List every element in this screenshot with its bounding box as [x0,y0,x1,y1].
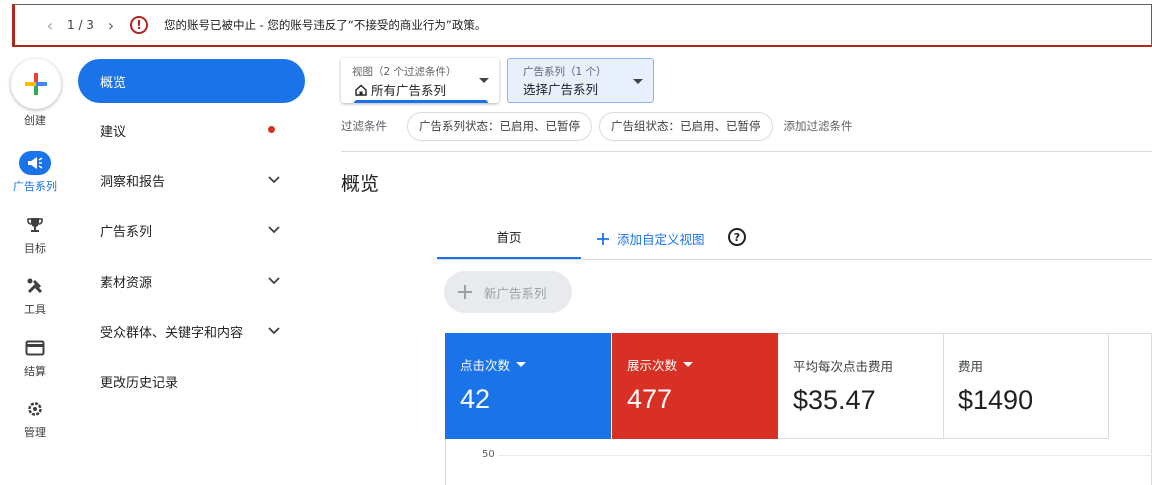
divider [437,259,1152,260]
campaign-selector[interactable]: 广告系列（1 个） 选择广告系列 [507,58,654,103]
nav-item-label: 建议 [100,124,127,140]
metric-label: 费用 [958,359,984,374]
dropdown-arrow-icon [479,78,489,83]
chart-gridline [498,455,1152,456]
new-campaign-label: 新广告系列 [484,285,547,301]
nav-panel: 概览 建议 洞察和报告 广告系列 素材资源 受众群体、关键字和内容 更改历史记录 [70,48,320,485]
rail-item-campaigns[interactable]: 广告系列 [0,151,70,194]
plus-icon [597,232,609,245]
gear-icon [19,397,51,421]
rail-item-label: 目标 [24,242,46,255]
metric-card-clicks[interactable]: 点击次数 42 [445,333,611,439]
chevron-down-icon [268,176,280,184]
view-selector[interactable]: 视图（2 个过滤条件） 所有广告系列 [341,58,499,103]
nav-item-label: 概览 [100,75,127,91]
metric-label: 展示次数 [627,358,678,373]
plus-icon [458,285,472,299]
nav-item-overview[interactable]: 概览 [78,59,305,103]
create-label: 创建 [24,114,46,127]
campaign-selector-caption: 广告系列（1 个） [523,66,607,78]
view-selector-caption: 视图（2 个过滤条件） [352,66,457,78]
rail-item-tools[interactable]: 工具 [0,274,70,317]
metric-value: 42 [460,384,491,414]
metric-card-cost[interactable]: 费用 $1490 [943,334,1109,439]
chart-y-tick: 50 [482,449,495,460]
home-icon [355,84,367,96]
metric-value: $1490 [958,385,1034,415]
view-selector-value: 所有广告系列 [371,83,447,98]
nav-item-label: 洞察和报告 [100,174,166,190]
metric-card-impressions[interactable]: 展示次数 477 [612,333,778,439]
rail-item-label: 工具 [24,303,46,316]
nav-item-label: 广告系列 [100,224,153,240]
active-underline [354,100,488,103]
rail-item-billing[interactable]: 结算 [0,336,70,379]
divider [341,151,1152,152]
filter-label: 过滤条件 [341,119,387,133]
tools-icon [19,274,51,298]
add-filter-link[interactable]: 添加过滤条件 [784,118,853,134]
nav-item-recommendations[interactable]: 建议 [78,108,305,152]
metric-label-row: 展示次数 [627,355,778,374]
create-button[interactable] [11,59,61,109]
add-custom-view-label: 添加自定义视图 [617,232,705,247]
metric-label: 点击次数 [460,358,511,373]
account-suspension-banner: ‹ 1 / 3 › ! 您的账号已被中止 - 您的账号违反了“不接受的商业行为”… [12,4,1152,47]
chevron-down-icon [268,327,280,335]
nav-item-label: 素材资源 [100,275,153,291]
credit-card-icon [19,336,51,360]
campaign-megaphone-icon [19,151,51,175]
tab-home[interactable]: 首页 [437,221,581,259]
icon-rail: 创建 广告系列 目标 工具 结算 管理 [0,48,70,485]
nav-item-label: 受众群体、关键字和内容 [100,325,244,341]
help-icon[interactable]: ? [728,228,746,246]
dropdown-arrow-icon [633,79,643,84]
scorecards: 点击次数 42 展示次数 477 平均每次点击费用 $35.47 费用 $149… [445,333,1152,485]
metric-label-row: 点击次数 [460,355,611,374]
campaign-selector-value: 选择广告系列 [523,82,599,97]
metric-card-avg-cpc[interactable]: 平均每次点击费用 $35.47 [778,334,944,439]
filter-chip-adgroup-status[interactable]: 广告组状态：已启用、已暂停 [599,111,773,141]
page-title: 概览 [341,173,380,195]
nav-item-change-history[interactable]: 更改历史记录 [78,359,305,403]
rail-item-label: 结算 [24,365,46,378]
dropdown-arrow-icon [516,362,527,367]
alert-icon: ! [129,16,148,34]
add-custom-view-button[interactable]: 添加自定义视图 [597,229,705,248]
rail-item-goals[interactable]: 目标 [0,213,70,256]
trophy-icon [19,213,51,237]
filter-row: 过滤条件 广告系列状态：已启用、已暂停 广告组状态：已启用、已暂停 添加过滤条件 [341,111,1152,141]
filter-chip-campaign-status[interactable]: 广告系列状态：已启用、已暂停 [407,111,592,141]
chevron-right-icon[interactable]: › [100,16,122,35]
plus-icon [25,73,47,95]
nav-item-audiences-keywords-content[interactable]: 受众群体、关键字和内容 [78,309,305,353]
nav-item-campaigns[interactable]: 广告系列 [78,208,305,252]
chevron-left-icon[interactable]: ‹ [39,16,61,35]
rail-item-admin[interactable]: 管理 [0,397,70,440]
chevron-down-icon [268,226,280,234]
metric-value: 477 [627,384,673,414]
nav-item-assets[interactable]: 素材资源 [78,259,305,303]
chevron-down-icon [268,277,280,285]
new-campaign-button[interactable]: 新广告系列 [444,271,572,313]
nav-item-insights-reports[interactable]: 洞察和报告 [78,158,305,202]
rail-item-label: 广告系列 [13,180,57,193]
notification-dot [268,126,275,133]
rail-item-label: 管理 [24,426,46,439]
banner-message: 您的账号已被中止 - 您的账号违反了“不接受的商业行为”政策。 [163,18,487,32]
dropdown-arrow-icon [683,362,694,367]
nav-item-label: 更改历史记录 [100,375,179,391]
view-selector-value-row: 所有广告系列 [355,80,446,99]
metric-label: 平均每次点击费用 [793,359,894,374]
banner-pager: 1 / 3 [67,18,94,32]
metric-value: $35.47 [793,385,876,415]
